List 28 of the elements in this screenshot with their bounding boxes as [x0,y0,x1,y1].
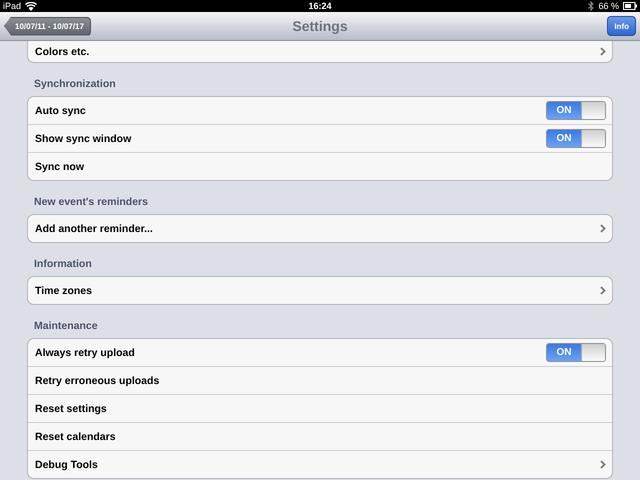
row-label[interactable]: Reset calendars [35,430,116,442]
section-header: Information [33,257,93,272]
row-label[interactable]: Time zones [35,284,92,296]
chevron-icon [600,286,606,295]
section-header: Synchronization [33,77,117,92]
battery-percent: 66 % [598,1,619,11]
section-header: Maintenance [33,319,99,334]
battery-icon [623,2,637,10]
row-label[interactable]: Colors etc. [35,46,90,58]
chevron-icon [600,460,606,469]
chevron-icon [600,224,606,233]
screen-title: Settings [291,18,349,34]
row-label[interactable]: Debug Tools [35,458,98,470]
bluetooth-icon [588,1,594,11]
row-label[interactable]: Retry erroneous uploads [35,374,160,386]
clock: 16:24 [307,1,333,11]
row-label[interactable]: Reset settings [35,402,107,414]
row-label[interactable]: Sync now [35,160,84,172]
row-label[interactable]: Always retry upload [35,346,135,358]
row-label[interactable]: Show sync window [35,132,132,144]
row-label[interactable]: Add another reminder... [35,222,153,234]
device-name: iPad [3,1,22,11]
row-label[interactable]: Auto sync [35,104,86,116]
chevron-icon [600,47,606,56]
back-button[interactable]: 10/07/11 - 10/07/17 [4,16,91,36]
wifi-icon [25,2,38,10]
section-header: New event's reminders [33,195,149,210]
info-button[interactable]: Info [607,16,636,36]
